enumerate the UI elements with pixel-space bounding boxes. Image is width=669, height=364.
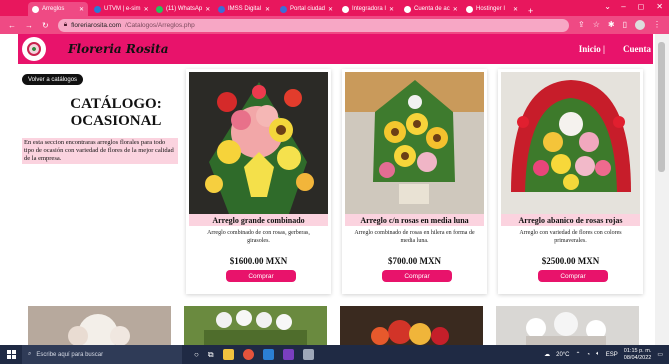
site-favicon-icon: [466, 5, 473, 13]
new-tab-button[interactable]: +: [528, 6, 533, 16]
address-bar: ← → ↻ 🔒︎ floreriarosita.com/Catalogos/Ar…: [0, 16, 669, 34]
tab-portal[interactable]: Portal ciudad ✕: [276, 2, 336, 16]
tab-cuenta[interactable]: Cuenta de ac ✕: [400, 2, 460, 16]
search-icon: ⌕: [28, 351, 32, 357]
product-description: Arreglo combinado de rosas en hilera en …: [354, 230, 475, 244]
tab-hostinger[interactable]: Hostinger I ✕: [462, 2, 522, 16]
site-header: Floreria Rosita Inicio | Cuenta: [18, 34, 653, 64]
product-price: $2500.00 MXN: [541, 256, 600, 266]
maximize-icon[interactable]: ◻: [638, 2, 645, 11]
site-favicon-icon: [280, 5, 287, 13]
close-icon[interactable]: ✕: [453, 6, 458, 13]
close-icon[interactable]: ✕: [389, 6, 394, 13]
tab-arreglos[interactable]: Arreglos ✕: [28, 2, 88, 16]
brand-name: Floreria Rosita: [68, 42, 169, 56]
app-icon[interactable]: [302, 349, 314, 360]
tab-utvm[interactable]: UTVM | e-sim ✕: [90, 2, 150, 16]
language-indicator[interactable]: ESP: [606, 352, 618, 358]
url-input[interactable]: 🔒︎ floreriarosita.com/Catalogos/Arreglos…: [57, 18, 570, 32]
close-icon[interactable]: ✕: [79, 6, 84, 13]
chevron-down-icon[interactable]: ⌄: [604, 2, 611, 11]
close-window-icon[interactable]: ✕: [656, 2, 663, 11]
windows-start-icon[interactable]: [0, 345, 22, 364]
product-card: Arreglo c/n rosas en media luna Arreglo …: [342, 69, 487, 294]
buy-button[interactable]: Comprar: [382, 270, 452, 282]
network-icon[interactable]: ◔: [587, 352, 591, 358]
avatar[interactable]: [635, 20, 645, 30]
buy-button[interactable]: Comprar: [226, 270, 296, 282]
product-image[interactable]: [501, 72, 640, 214]
tab-integradora[interactable]: Integradora I ✕: [338, 2, 398, 16]
site-favicon-icon: [218, 5, 225, 13]
product-name: Arreglo grande combinado: [189, 214, 328, 226]
product-price: $1600.00 MXN: [229, 256, 288, 266]
product-image[interactable]: [340, 306, 483, 345]
taskbar: ⌕ Escribe aquí para buscar ○ ⧉ ☁ 20°C ⌃ …: [0, 345, 669, 364]
clock[interactable]: 01:15 p. m. 08/04/2022: [624, 348, 652, 362]
close-icon[interactable]: ✕: [144, 6, 149, 13]
lock-icon: 🔒︎: [63, 21, 68, 28]
forward-arrow-icon[interactable]: →: [25, 21, 33, 30]
page-title: CATÁLOGO: OCASIONAL: [70, 96, 162, 129]
nav-inicio[interactable]: Inicio |: [579, 44, 605, 54]
window-controls: – ◻ ✕: [621, 2, 663, 11]
close-icon[interactable]: ✕: [265, 6, 270, 13]
logo[interactable]: [22, 37, 46, 61]
share-icon[interactable]: ⇪: [578, 20, 585, 30]
reload-icon[interactable]: ↻: [42, 21, 49, 30]
catalog-description: En esta seccion encontraras arreglos flo…: [22, 138, 178, 164]
page-scrollbar[interactable]: [655, 34, 669, 345]
product-card: Arreglo abanico de rosas rojas Arreglo c…: [498, 69, 643, 294]
tab-imss[interactable]: IMSS Digital ✕: [214, 2, 274, 16]
product-name: Arreglo abanico de rosas rojas: [501, 214, 640, 226]
minimize-icon[interactable]: –: [621, 2, 625, 11]
star-icon[interactable]: ☆: [593, 20, 600, 30]
product-price: $700.00 MXN: [388, 256, 441, 266]
notifications-icon[interactable]: ▭: [657, 351, 663, 358]
site-favicon-icon: [404, 5, 411, 13]
cortana-icon[interactable]: ○: [194, 350, 199, 359]
close-icon[interactable]: ✕: [328, 6, 333, 13]
weather-icon[interactable]: ☁: [544, 351, 550, 358]
product-image[interactable]: [345, 72, 484, 214]
site-favicon-icon: [342, 5, 349, 13]
scrollbar-thumb[interactable]: [658, 42, 665, 172]
nav-cuenta[interactable]: Cuenta: [623, 44, 651, 54]
task-view-icon[interactable]: ⧉: [208, 350, 214, 360]
close-icon[interactable]: ✕: [513, 6, 518, 13]
back-arrow-icon[interactable]: ←: [8, 21, 16, 30]
back-to-catalogs-button[interactable]: Volver a catálogos: [22, 74, 84, 85]
product-image[interactable]: [496, 306, 639, 345]
product-image[interactable]: [189, 72, 328, 214]
chrome-icon[interactable]: [242, 349, 254, 360]
vscode-icon[interactable]: [262, 349, 274, 360]
rose-icon: [27, 42, 41, 56]
taskbar-search-input[interactable]: ⌕ Escribe aquí para buscar: [22, 345, 182, 364]
whatsapp-icon: [156, 5, 163, 13]
tab-whatsapp[interactable]: (11) WhatsAp ✕: [152, 2, 212, 16]
kebab-menu-icon[interactable]: ⋮: [653, 20, 661, 30]
product-name: Arreglo c/n rosas en media luna: [345, 214, 484, 226]
site-favicon-icon: [94, 5, 101, 13]
browser-tab-strip: Arreglos ✕ UTVM | e-sim ✕ (11) WhatsAp ✕ IM…: [0, 0, 669, 16]
volume-icon[interactable]: 🔈︎: [596, 351, 600, 358]
chevron-up-icon[interactable]: ⌃: [576, 351, 581, 358]
site-favicon-icon: [32, 5, 39, 13]
product-image[interactable]: [28, 306, 171, 345]
product-card: Arreglo grande combinado Arreglo combina…: [186, 69, 331, 294]
product-image[interactable]: [184, 306, 327, 345]
sidepanel-icon[interactable]: ▯: [623, 20, 627, 30]
extensions-icon[interactable]: ✱: [608, 20, 615, 30]
product-description: Arreglo combinado de con rosas, gerberas…: [207, 230, 310, 244]
buy-button[interactable]: Comprar: [538, 270, 608, 282]
product-description: Arreglo con variedad de flores con color…: [519, 230, 622, 244]
close-icon[interactable]: ✕: [205, 6, 210, 13]
app-icon[interactable]: [282, 349, 294, 360]
file-explorer-icon[interactable]: [222, 349, 234, 360]
